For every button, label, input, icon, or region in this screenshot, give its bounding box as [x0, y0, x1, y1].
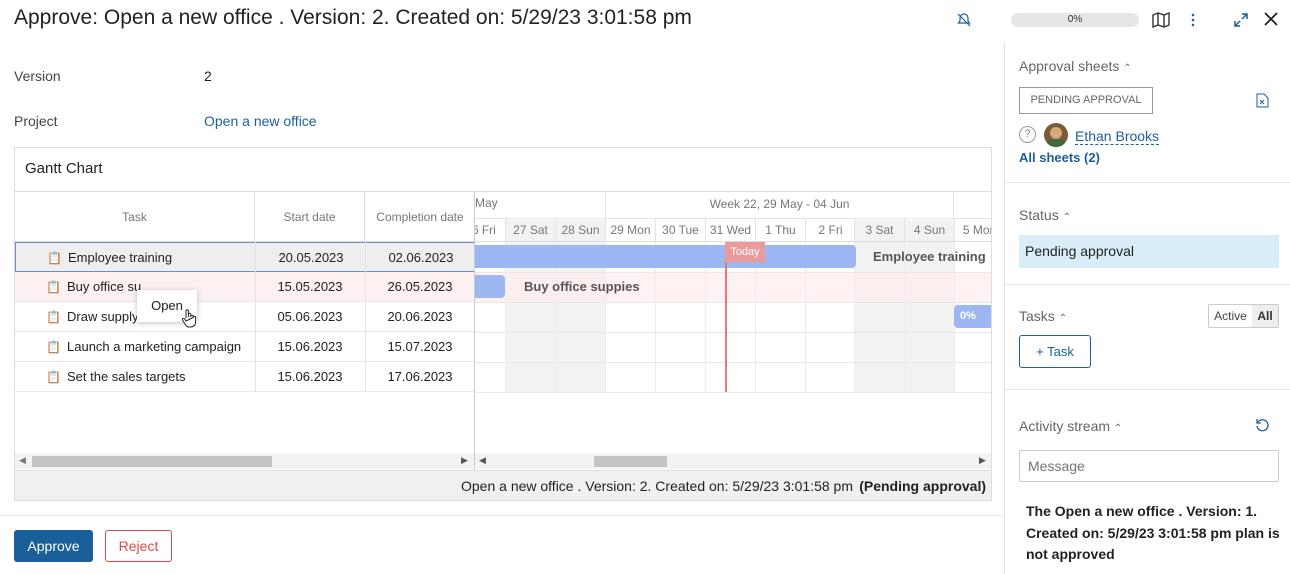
notifications-off-icon[interactable] [955, 11, 973, 29]
day-header: 27 Sat [505, 219, 555, 241]
clipboard-icon: 📋 [47, 251, 62, 265]
column-header-start[interactable]: Start date [255, 192, 365, 242]
help-icon[interactable]: ? [1019, 126, 1036, 143]
clipboard-icon: 📋 [46, 280, 61, 294]
month-label: May [475, 196, 498, 210]
version-value: 2 [204, 68, 212, 84]
today-marker: Today [725, 242, 765, 262]
status-title[interactable]: Status ⌃ [1019, 207, 1071, 223]
tab-all[interactable]: All [1252, 305, 1278, 327]
map-icon[interactable] [1150, 9, 1172, 31]
column-header-task[interactable]: Task [15, 192, 255, 242]
avatar [1044, 123, 1068, 147]
table-row[interactable]: 📋 Launch a marketing campaign 15.06.2023… [15, 332, 475, 362]
more-vertical-icon[interactable] [1186, 10, 1200, 30]
task-name: Draw supply [67, 309, 139, 324]
day-header: 1 Thu [755, 219, 805, 241]
completion-date: 02.06.2023 [388, 250, 454, 265]
hand-cursor-icon [181, 308, 197, 331]
table-row[interactable]: 📋 Buy office su 15.05.2023 26.05.2023 [15, 272, 475, 302]
add-task-button[interactable]: + Task [1019, 335, 1091, 368]
footer-divider [0, 515, 1003, 516]
day-header: 5 Mon [954, 219, 991, 241]
footer-status: (Pending approval) [859, 478, 986, 494]
page-title: Approve: Open a new office . Version: 2.… [14, 6, 692, 29]
bar-label: Buy office suppies [524, 279, 640, 294]
day-header: 31 Wed [705, 219, 755, 241]
completion-date: 17.06.2023 [387, 369, 453, 384]
task-name: Employee training [68, 250, 173, 265]
excel-export-icon[interactable] [1256, 93, 1269, 111]
start-date: 05.06.2023 [277, 309, 343, 324]
section-divider [1005, 182, 1290, 183]
task-name: Buy office su [67, 279, 142, 294]
week-label: Week 22, 29 May - 04 Jun [605, 192, 954, 218]
activity-item: The Open a new office . Version: 1. Crea… [1026, 503, 1280, 562]
expand-icon[interactable] [1231, 10, 1251, 30]
reject-button[interactable]: Reject [105, 530, 172, 562]
task-table: Task Start date Completion date 📋 Employ… [15, 192, 475, 470]
bar-draw-supply[interactable]: 0% [954, 305, 991, 328]
task-name: Set the sales targets [67, 369, 186, 384]
start-date: 15.05.2023 [277, 279, 343, 294]
task-name: Launch a marketing campaign [67, 339, 242, 354]
tasks-filter: Active All [1208, 304, 1279, 328]
today-line [725, 242, 727, 392]
approver-link[interactable]: Ethan Brooks [1075, 128, 1160, 145]
status-value: Pending approval [1019, 235, 1279, 268]
pending-approval-badge: PENDING APPROVAL [1019, 87, 1153, 114]
completion-date: 20.06.2023 [387, 309, 453, 324]
table-row[interactable]: 📋 Set the sales targets 15.06.2023 17.06… [15, 362, 475, 392]
bar-buy-office[interactable] [475, 275, 505, 298]
clipboard-icon: 📋 [46, 340, 61, 354]
day-header: 26 Fri [475, 219, 505, 241]
gantt-chart: Gantt Chart Task Start date Completion d… [14, 147, 992, 501]
tab-active[interactable]: Active [1209, 305, 1252, 327]
day-header: 30 Tue [655, 219, 705, 241]
progress-bar: 0% [1011, 13, 1139, 27]
completion-date: 26.05.2023 [387, 279, 453, 294]
day-header: 3 Sat [854, 219, 904, 241]
approval-sheets-title[interactable]: Approval sheets ⌃ [1019, 58, 1132, 74]
section-divider [1005, 389, 1290, 390]
bar-employee-training[interactable] [475, 245, 856, 268]
section-divider [1005, 284, 1290, 285]
timeline: May Week 22, 29 May - 04 Jun 26 Fri 27 S… [475, 192, 991, 470]
column-header-completion[interactable]: Completion date [365, 192, 475, 242]
start-date: 20.05.2023 [278, 250, 344, 265]
completion-date: 15.07.2023 [387, 339, 453, 354]
refresh-icon[interactable] [1255, 418, 1270, 436]
timeline-scrollbar[interactable]: ◀ ▶ [475, 453, 991, 469]
day-header: 4 Sun [904, 219, 954, 241]
day-header: 29 Mon [605, 219, 655, 241]
message-input[interactable] [1019, 450, 1279, 482]
clipboard-icon: 📋 [46, 310, 61, 324]
all-sheets-link[interactable]: All sheets (2) [1019, 150, 1100, 165]
start-date: 15.06.2023 [277, 369, 343, 384]
start-date: 15.06.2023 [277, 339, 343, 354]
version-label: Version [14, 68, 61, 84]
activity-stream-title[interactable]: Activity stream ⌃ [1019, 418, 1122, 434]
footer-plan-name: Open a new office . Version: 2. Created … [461, 478, 853, 494]
table-row[interactable]: 📋 Employee training 20.05.2023 02.06.202… [15, 242, 475, 272]
task-table-scrollbar[interactable]: ◀ ▶ [15, 453, 474, 469]
approve-button[interactable]: Approve [14, 530, 93, 562]
project-label: Project [14, 113, 58, 129]
gantt-footer: Open a new office . Version: 2. Created … [15, 470, 991, 500]
sidebar-divider [1004, 42, 1005, 574]
gantt-title: Gantt Chart [25, 160, 103, 177]
clipboard-icon: 📋 [46, 370, 61, 384]
project-link[interactable]: Open a new office [204, 113, 317, 129]
day-header: 2 Fri [805, 219, 855, 241]
day-header: 28 Sun [555, 219, 605, 241]
tasks-title[interactable]: Tasks ⌃ [1019, 308, 1067, 324]
close-icon[interactable] [1261, 9, 1281, 29]
table-row[interactable]: 📋 Draw supply 05.06.2023 20.06.2023 [15, 302, 475, 332]
bar-label: Employee training [873, 249, 986, 264]
